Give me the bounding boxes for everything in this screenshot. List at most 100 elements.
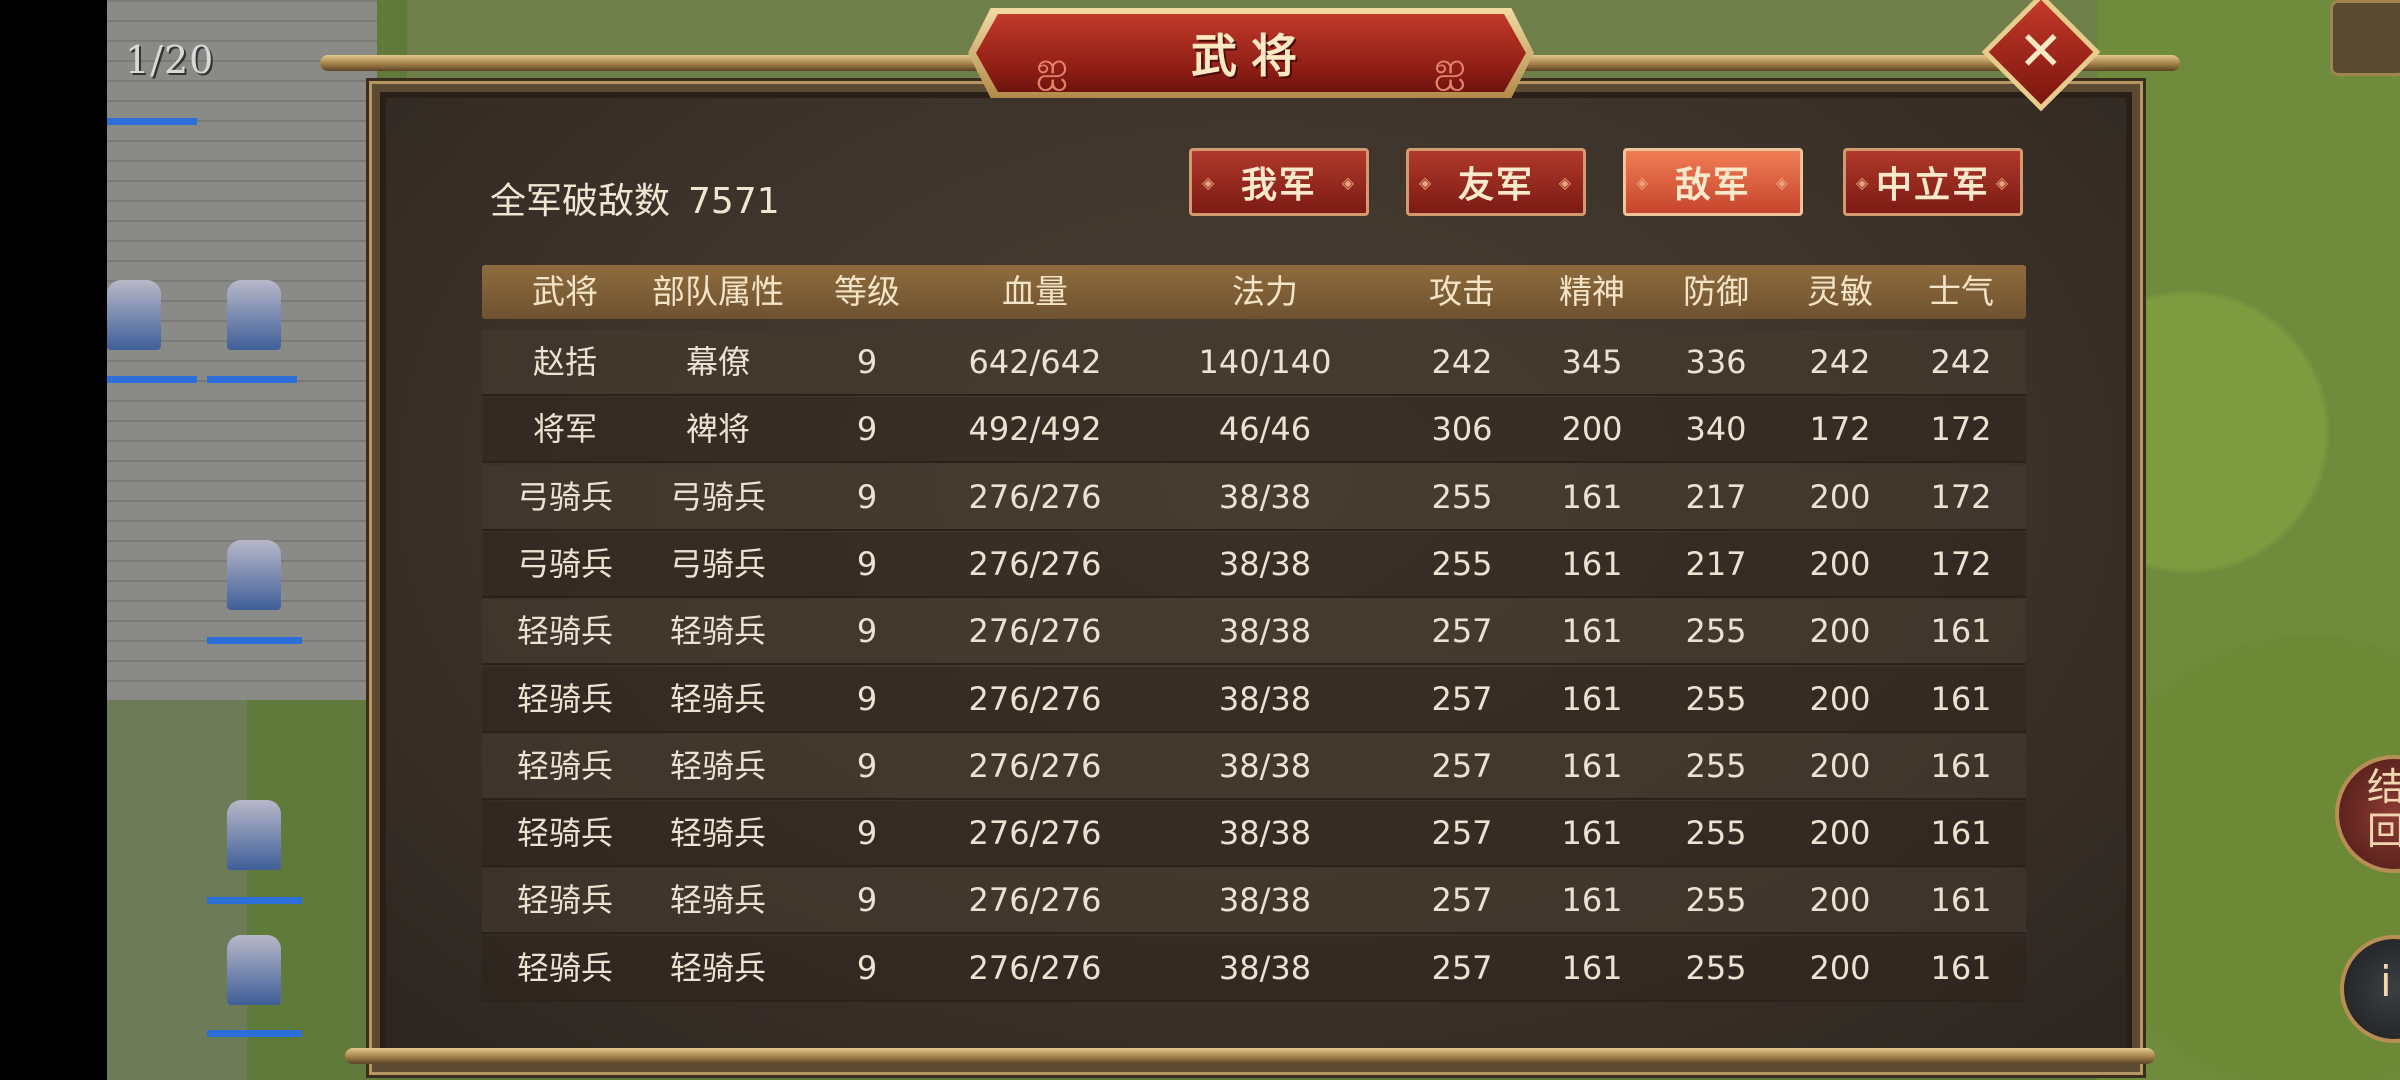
swirl-ornament-icon: ஐ (1433, 44, 1466, 90)
cell-mp: 38/38 (1218, 477, 1312, 516)
cell-attack: 242 (1431, 343, 1493, 381)
cell-level: 9 (856, 746, 878, 785)
total-kills: 全军破敌数 7571 (490, 172, 780, 224)
cell-mp: 38/38 (1218, 881, 1312, 920)
table-row[interactable]: 轻骑兵 轻骑兵 9 276/276 38/38 257 161 255 200 161 (482, 935, 2026, 1002)
tab-neutral-army[interactable]: 中立军 (1843, 148, 2023, 216)
cell-general: 轻骑兵 (516, 746, 614, 785)
cell-attack: 257 (1431, 814, 1493, 853)
cell-troop-type: 轻骑兵 (669, 612, 767, 651)
cell-spirit: 161 (1561, 746, 1623, 785)
map-unit[interactable] (227, 935, 281, 1005)
cell-attack: 257 (1431, 679, 1493, 718)
cell-morale: 161 (1930, 679, 1992, 718)
cell-agility: 200 (1809, 881, 1871, 920)
cell-agility: 172 (1809, 410, 1871, 449)
column-header-mp: 法力 (1232, 272, 1298, 311)
title-banner: ஐ 武将 ஐ (976, 14, 1526, 92)
cell-hp: 276/276 (968, 544, 1102, 583)
cell-hp: 276/276 (968, 612, 1102, 651)
cell-mp: 140/140 (1198, 343, 1332, 381)
cell-level: 9 (856, 410, 878, 449)
cell-defense: 255 (1685, 612, 1747, 651)
dialog-title: 武将 (1191, 29, 1311, 83)
cell-spirit: 161 (1561, 679, 1623, 718)
cell-attack: 257 (1431, 881, 1493, 920)
map-unit[interactable] (227, 800, 281, 870)
cell-morale: 172 (1930, 477, 1992, 516)
column-header-spirit: 精神 (1559, 272, 1625, 311)
cell-general: 轻骑兵 (516, 881, 614, 920)
tab-allied-army[interactable]: 友军 (1406, 148, 1586, 216)
column-header-morale: 士气 (1928, 272, 1994, 311)
unit-hp-bar (207, 637, 302, 644)
unit-hp-bar (207, 376, 297, 383)
table-row[interactable]: 轻骑兵 轻骑兵 9 276/276 38/38 257 161 255 200 161 (482, 868, 2026, 935)
cell-attack: 257 (1431, 612, 1493, 651)
cell-hp: 276/276 (968, 814, 1102, 853)
column-header-level: 等级 (834, 272, 900, 311)
cell-hp: 276/276 (968, 881, 1102, 920)
cell-morale: 172 (1930, 410, 1992, 449)
cell-morale: 242 (1930, 343, 1992, 381)
cell-spirit: 161 (1561, 544, 1623, 583)
cell-level: 9 (856, 881, 878, 920)
cell-general: 轻骑兵 (516, 679, 614, 718)
tab-our-army[interactable]: 我军 (1189, 148, 1369, 216)
info-icon: i (2380, 957, 2392, 1006)
cell-defense: 255 (1685, 746, 1747, 785)
cell-general: 轻骑兵 (516, 612, 614, 651)
side-action-label: 结回 (2367, 765, 2400, 853)
cell-attack: 255 (1431, 477, 1493, 516)
cell-troop-type: 弓骑兵 (669, 544, 767, 583)
table-row[interactable]: 弓骑兵 弓骑兵 9 276/276 38/38 255 161 217 200 172 (482, 464, 2026, 531)
table-header: 武将 部队属性 等级 血量 法力 攻击 精神 防御 灵敏 士气 (482, 265, 2026, 319)
cell-agility: 200 (1809, 746, 1871, 785)
cell-troop-type: 轻骑兵 (669, 948, 767, 987)
tab-enemy-army[interactable]: 敌军 (1623, 148, 1803, 216)
cell-defense: 255 (1685, 881, 1747, 920)
column-header-troop-type: 部队属性 (652, 272, 784, 311)
cell-spirit: 161 (1561, 948, 1623, 987)
cell-mp: 38/38 (1218, 746, 1312, 785)
cell-level: 9 (856, 612, 878, 651)
cell-agility: 242 (1809, 343, 1871, 381)
cell-troop-type: 轻骑兵 (669, 746, 767, 785)
map-unit[interactable] (227, 280, 281, 350)
cell-general: 将军 (532, 410, 598, 449)
cell-morale: 161 (1930, 814, 1992, 853)
cell-level: 9 (856, 948, 878, 987)
cell-troop-type: 幕僚 (685, 343, 751, 381)
cell-defense: 217 (1685, 477, 1747, 516)
cell-hp: 492/492 (968, 410, 1102, 449)
column-header-general: 武将 (532, 272, 598, 311)
table-row[interactable]: 轻骑兵 轻骑兵 9 276/276 38/38 257 161 255 200 161 (482, 733, 2026, 800)
tab-label: 敌军 (1674, 165, 1751, 206)
cell-mp: 38/38 (1218, 814, 1312, 853)
map-unit[interactable] (227, 540, 281, 610)
cell-troop-type: 轻骑兵 (669, 679, 767, 718)
table-row[interactable]: 将军 裨将 9 492/492 46/46 306 200 340 172 172 (482, 397, 2026, 464)
close-icon: ✕ (2018, 19, 2064, 83)
cell-agility: 200 (1809, 948, 1871, 987)
column-header-attack: 攻击 (1429, 272, 1495, 311)
table-row[interactable]: 弓骑兵 弓骑兵 9 276/276 38/38 255 161 217 200 172 (482, 531, 2026, 598)
cell-agility: 200 (1809, 544, 1871, 583)
unit-hp-bar (207, 1030, 302, 1037)
map-unit[interactable] (107, 280, 161, 350)
cell-attack: 257 (1431, 948, 1493, 987)
tab-label: 中立军 (1875, 165, 1990, 206)
cell-mp: 38/38 (1218, 612, 1312, 651)
cell-morale: 161 (1930, 881, 1992, 920)
cell-defense: 336 (1685, 343, 1747, 381)
table-row[interactable]: 轻骑兵 轻骑兵 9 276/276 38/38 257 161 255 200 161 (482, 599, 2026, 666)
cell-hp: 642/642 (968, 343, 1102, 381)
cell-agility: 200 (1809, 814, 1871, 853)
cell-morale: 172 (1930, 544, 1992, 583)
cell-attack: 306 (1431, 410, 1493, 449)
cell-troop-type: 弓骑兵 (669, 477, 767, 516)
table-row[interactable]: 轻骑兵 轻骑兵 9 276/276 38/38 257 161 255 200 161 (482, 801, 2026, 868)
table-row[interactable]: 轻骑兵 轻骑兵 9 276/276 38/38 257 161 255 200 161 (482, 666, 2026, 733)
menu-button[interactable] (2330, 0, 2400, 76)
table-row[interactable]: 赵括 幕僚 9 642/642 140/140 242 345 336 242 242 (482, 330, 2026, 396)
